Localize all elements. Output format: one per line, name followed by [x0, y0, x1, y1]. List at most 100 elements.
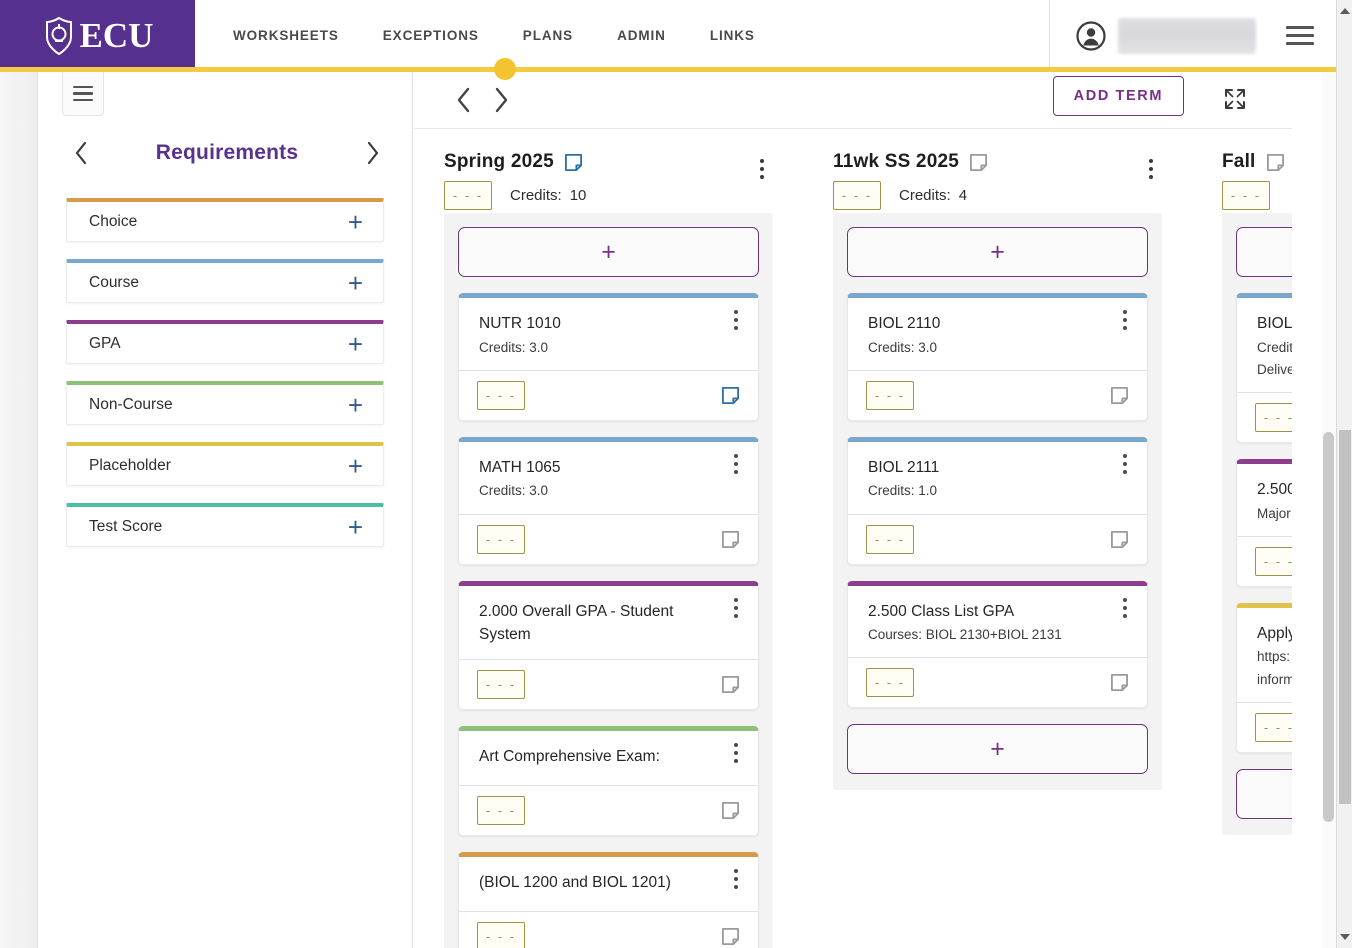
application-root: ECU WORKSHEETS EXCEPTIONS PLANS ADMIN LI… — [0, 0, 1352, 948]
sidebar-item-non-course[interactable]: Non-Course + — [66, 381, 384, 425]
grade-chip[interactable]: - - - — [1222, 181, 1270, 210]
nav-item-admin[interactable]: ADMIN — [595, 28, 688, 43]
more-vertical-icon[interactable] — [726, 596, 746, 620]
plus-icon[interactable]: + — [348, 453, 363, 479]
add-requirement-button[interactable]: + — [1236, 227, 1292, 277]
requirement-card[interactable]: 2.500 Class List GPA Courses: BIOL 2130+B… — [847, 580, 1148, 709]
sidebar-collapse-button[interactable] — [62, 72, 104, 116]
chevron-right-icon[interactable] — [482, 85, 520, 115]
requirement-card[interactable]: BIOL 2111 Credits: 1.0 - - - — [847, 436, 1148, 565]
triangle-down-icon[interactable] — [1337, 928, 1352, 946]
requirement-card[interactable]: Apply https: inform - - - — [1236, 602, 1292, 753]
requirement-card[interactable]: NUTR 1010 Credits: 3.0 - - - — [458, 293, 759, 421]
add-requirement-button[interactable]: + — [847, 227, 1148, 277]
requirement-card[interactable]: 2.500 Major - - - — [1236, 459, 1292, 587]
more-vertical-icon[interactable] — [726, 452, 746, 476]
term-title-row: Fall — [1222, 151, 1292, 173]
card-body: Apply https: inform — [1237, 608, 1292, 702]
loading-indicator-dot — [494, 58, 516, 80]
browser-scrollbar-thumb[interactable] — [1339, 430, 1351, 804]
brand-logo[interactable]: ECU — [0, 0, 195, 71]
grade-chip[interactable]: - - - — [477, 380, 525, 410]
browser-vertical-scrollbar[interactable] — [1336, 0, 1352, 948]
plus-icon[interactable]: + — [348, 331, 363, 357]
grade-chip[interactable]: - - - — [477, 524, 525, 554]
sidebar-item-course[interactable]: Course + — [66, 259, 384, 303]
note-icon[interactable] — [721, 675, 740, 694]
chevron-left-icon[interactable] — [67, 140, 95, 166]
requirement-card[interactable]: Art Comprehensive Exam: - - - — [458, 725, 759, 836]
plus-icon[interactable]: + — [348, 514, 363, 540]
note-icon[interactable] — [969, 153, 988, 172]
more-vertical-icon[interactable] — [1115, 452, 1135, 476]
grade-chip[interactable]: - - - — [1255, 546, 1292, 576]
sidebar-item-test-score[interactable]: Test Score + — [66, 503, 384, 547]
note-icon[interactable] — [1110, 386, 1129, 405]
add-requirement-button-bottom[interactable]: + — [1236, 768, 1292, 819]
card-subtitle-secondary: Delive — [1257, 361, 1292, 377]
chevron-left-icon[interactable] — [444, 85, 482, 115]
add-requirement-button-bottom[interactable]: + — [847, 724, 1148, 775]
grade-chip[interactable]: - - - — [477, 669, 525, 699]
grade-chip[interactable]: - - - — [477, 921, 525, 948]
add-requirement-button[interactable]: + — [458, 227, 759, 277]
panel-scrollbar-thumb[interactable] — [1323, 432, 1334, 822]
chevron-right-icon[interactable] — [359, 140, 387, 166]
sidebar-item-placeholder[interactable]: Placeholder + — [66, 442, 384, 486]
requirement-card[interactable]: BIOL 2110 Credits: 3.0 - - - — [847, 293, 1148, 421]
card-subtitle: Credits: 1.0 — [868, 483, 938, 499]
note-icon[interactable] — [1110, 530, 1129, 549]
grade-chip[interactable]: - - - — [833, 181, 881, 210]
note-icon[interactable] — [1266, 153, 1285, 172]
expand-fullscreen-icon[interactable] — [1224, 88, 1246, 115]
sidebar-item-gpa[interactable]: GPA + — [66, 320, 384, 364]
requirement-card[interactable]: (BIOL 1200 and BIOL 1201) - - - — [458, 851, 759, 948]
grade-chip[interactable]: - - - — [866, 524, 914, 554]
grade-chip[interactable]: - - - — [866, 380, 914, 410]
user-account-chip[interactable] — [1050, 17, 1278, 54]
triangle-up-icon[interactable] — [1337, 2, 1352, 20]
note-icon[interactable] — [721, 801, 740, 820]
note-icon[interactable] — [721, 386, 740, 405]
more-vertical-icon[interactable] — [726, 308, 746, 332]
requirement-card[interactable]: MATH 1065 Credits: 3.0 - - - — [458, 436, 759, 565]
card-subtitle: https: — [1257, 649, 1291, 665]
plus-icon[interactable]: + — [348, 270, 363, 296]
grade-chip[interactable]: - - - — [866, 668, 914, 698]
plus-icon[interactable]: + — [348, 392, 363, 418]
note-icon[interactable] — [564, 153, 583, 172]
card-subtitle: Credits: 3.0 — [479, 339, 549, 355]
more-vertical-icon[interactable] — [751, 156, 773, 182]
card-title: BIOL — [1257, 315, 1292, 332]
plus-icon[interactable]: + — [348, 209, 363, 235]
more-vertical-icon[interactable] — [1115, 596, 1135, 620]
more-vertical-icon[interactable] — [1115, 308, 1135, 332]
panel-vertical-scrollbar[interactable] — [1322, 72, 1336, 948]
plus-icon: + — [990, 734, 1005, 763]
nav-item-exceptions[interactable]: EXCEPTIONS — [361, 28, 501, 43]
card-title: Art Comprehensive Exam: — [479, 747, 660, 765]
nav-item-links[interactable]: LINKS — [688, 28, 777, 43]
requirement-card[interactable]: 2.000 Overall GPA - Student System - - - — [458, 580, 759, 710]
more-vertical-icon[interactable] — [1140, 156, 1162, 182]
grade-chip[interactable]: - - - — [1255, 403, 1292, 433]
card-body: BIOL 2111 Credits: 1.0 — [848, 442, 1147, 514]
sidebar-item-choice[interactable]: Choice + — [66, 198, 384, 242]
hamburger-menu-icon[interactable] — [1278, 26, 1336, 45]
top-navigation-bar: ECU WORKSHEETS EXCEPTIONS PLANS ADMIN LI… — [0, 0, 1336, 72]
nav-item-worksheets[interactable]: WORKSHEETS — [211, 28, 361, 43]
note-icon[interactable] — [721, 530, 740, 549]
more-vertical-icon[interactable] — [726, 741, 746, 765]
nav-item-plans[interactable]: PLANS — [501, 28, 595, 43]
card-subtitle: Credits: 3.0 — [868, 339, 938, 355]
grade-chip[interactable]: - - - — [1255, 712, 1292, 742]
grade-chip[interactable]: - - - — [444, 181, 492, 210]
note-icon[interactable] — [1110, 673, 1129, 692]
note-icon[interactable] — [721, 927, 740, 946]
add-term-button[interactable]: ADD TERM — [1052, 76, 1184, 116]
card-body: NUTR 1010 Credits: 3.0 — [459, 298, 758, 370]
more-vertical-icon[interactable] — [726, 867, 746, 891]
nav-right-group — [1049, 0, 1336, 71]
grade-chip[interactable]: - - - — [477, 795, 525, 825]
requirement-card[interactable]: BIOL Credit Delive - - - — [1236, 293, 1292, 444]
